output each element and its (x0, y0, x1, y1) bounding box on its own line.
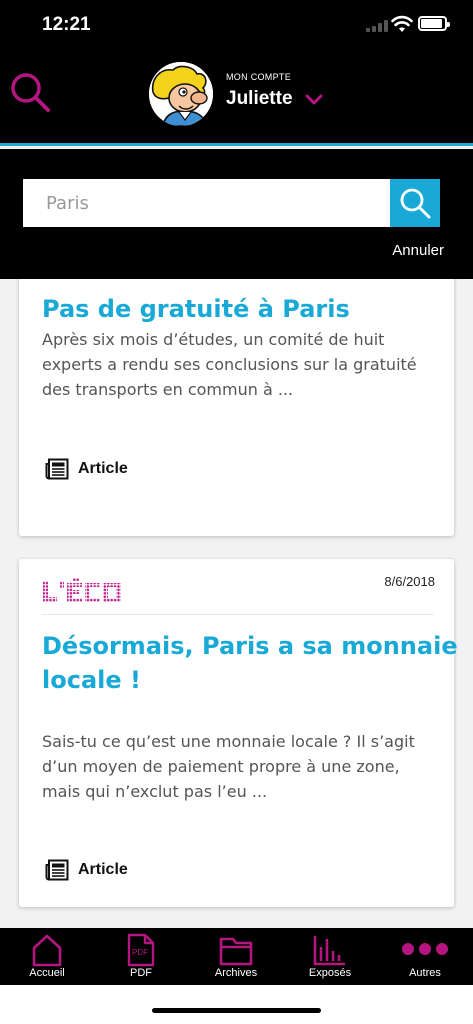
svg-text:PDF: PDF (132, 948, 148, 957)
search-icon (400, 188, 431, 219)
search-submit-button[interactable] (390, 179, 440, 227)
home-indicator[interactable] (152, 1008, 321, 1013)
tab-label: Exposés (308, 967, 352, 979)
article-title[interactable]: Pas de gratuité à Paris (42, 292, 467, 326)
newspaper-icon (45, 458, 69, 480)
article-excerpt: Sais-tu ce qu’est une monnaie locale ? I… (42, 732, 415, 801)
pdf-icon: PDF (127, 933, 155, 967)
search-bar: Annuler (0, 149, 473, 279)
account-caption: MON COMPTE (226, 72, 291, 82)
search-input[interactable] (23, 179, 391, 227)
article-type: Article (45, 859, 128, 881)
article-type-label: Article (78, 861, 128, 878)
tab-autres[interactable]: Autres (378, 928, 472, 985)
brand-logo (43, 578, 121, 602)
search-icon[interactable] (8, 70, 54, 116)
status-time: 12:21 (42, 14, 91, 35)
results-list: Pas de gratuité à Paris Après six mois d… (0, 279, 473, 928)
cellular-signal-icon (366, 20, 388, 32)
status-bar: 12:21 (0, 0, 473, 52)
more-icon (402, 943, 448, 955)
tab-accueil[interactable]: Accueil (0, 928, 94, 985)
home-indicator-area (0, 985, 473, 1024)
article-type: Article (45, 458, 128, 480)
chevron-down-icon[interactable] (305, 94, 323, 106)
folder-icon (219, 937, 253, 966)
result-card[interactable]: Pas de gratuité à Paris Après six mois d… (19, 279, 454, 536)
app-header: MON COMPTE Juliette (0, 52, 473, 146)
tab-label: Archives (214, 967, 258, 979)
tab-label: Autres (409, 967, 441, 979)
article-type-label: Article (78, 460, 128, 477)
home-icon (32, 934, 62, 967)
account-name[interactable]: Juliette (226, 88, 293, 110)
card-divider (42, 614, 434, 615)
tab-archives[interactable]: Archives (189, 928, 283, 985)
avatar[interactable] (149, 62, 213, 126)
chart-icon (313, 936, 345, 966)
article-title[interactable]: Désormais, Paris a sa monnaie locale ! (42, 629, 467, 697)
wifi-icon (391, 15, 413, 32)
tab-exposes[interactable]: Exposés (283, 928, 377, 985)
tab-pdf[interactable]: PDF PDF (94, 928, 188, 985)
result-card[interactable]: 8/6/2018 Désormais, Paris a sa monnaie l… (19, 559, 458, 907)
tab-label: Accueil (29, 967, 65, 979)
cancel-button[interactable]: Annuler (392, 242, 444, 259)
article-date: 8/6/2018 (384, 574, 435, 589)
battery-icon (418, 16, 450, 31)
tab-bar: Accueil PDF PDF Archives Exposés Autres (0, 928, 473, 985)
tab-label: PDF (130, 967, 152, 979)
article-excerpt: Après six mois d’études, un comité de hu… (42, 330, 417, 399)
newspaper-icon (45, 859, 69, 881)
